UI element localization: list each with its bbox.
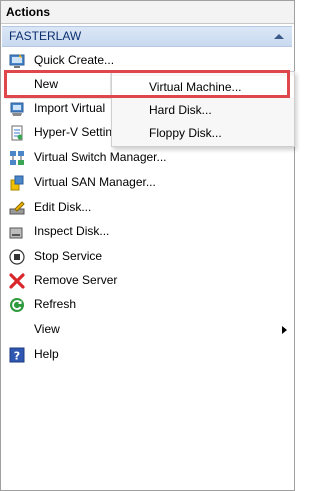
menu-item-hard-disk[interactable]: Hard Disk... xyxy=(112,99,294,121)
action-label: Refresh xyxy=(34,297,77,311)
action-label: Virtual SAN Manager... xyxy=(34,175,156,189)
action-label: Stop Service xyxy=(34,249,103,263)
virtual-switch-icon xyxy=(10,151,24,165)
action-label: Remove Server xyxy=(34,273,118,287)
server-group-header[interactable]: FASTERLAW xyxy=(2,26,292,47)
submenu-arrow-icon xyxy=(282,326,287,334)
actions-title: Actions xyxy=(6,5,51,19)
action-help[interactable]: ? Help xyxy=(1,343,293,367)
new-submenu: Virtual Machine... Hard Disk... Floppy D… xyxy=(111,71,295,147)
action-label: Inspect Disk... xyxy=(34,224,110,238)
action-refresh[interactable]: Refresh xyxy=(1,293,293,317)
chevron-up-icon[interactable] xyxy=(274,34,284,39)
refresh-icon xyxy=(10,298,24,312)
import-vm-icon xyxy=(10,102,24,116)
action-label: Virtual Switch Manager... xyxy=(34,150,167,164)
server-group-name: FASTERLAW xyxy=(9,29,82,43)
action-label: New xyxy=(34,77,59,91)
action-label: View xyxy=(34,322,60,336)
menu-item-label: Floppy Disk... xyxy=(149,126,222,140)
action-label: Help xyxy=(34,347,59,361)
hyperv-settings-icon xyxy=(11,125,23,141)
actions-pane-title: Actions xyxy=(1,1,294,24)
menu-item-virtual-machine[interactable]: Virtual Machine... xyxy=(112,76,294,98)
remove-server-icon xyxy=(9,273,25,289)
action-virtual-san-manager[interactable]: Virtual SAN Manager... xyxy=(1,171,293,195)
help-icon: ? xyxy=(9,347,25,363)
action-label: Hyper-V Settin xyxy=(34,125,113,139)
svg-text:?: ? xyxy=(14,350,20,363)
action-remove-server[interactable]: Remove Server xyxy=(1,269,293,293)
action-view[interactable]: View xyxy=(1,318,293,342)
action-stop-service[interactable]: Stop Service xyxy=(1,245,293,269)
action-virtual-switch-manager[interactable]: Virtual Switch Manager... xyxy=(1,146,293,170)
action-label: Edit Disk... xyxy=(34,200,92,214)
action-label: Quick Create... xyxy=(34,53,115,67)
inspect-disk-icon xyxy=(9,227,23,239)
actions-pane: Actions FASTERLAW Quick Create... New Im… xyxy=(0,0,295,491)
menu-item-label: Hard Disk... xyxy=(149,103,212,117)
edit-disk-icon xyxy=(9,201,25,215)
menu-item-label: Virtual Machine... xyxy=(149,80,242,94)
action-edit-disk[interactable]: Edit Disk... xyxy=(1,196,293,220)
action-label: Import Virtual xyxy=(34,101,106,115)
quick-create-icon xyxy=(9,54,25,68)
virtual-san-icon xyxy=(10,175,24,191)
action-inspect-disk[interactable]: Inspect Disk... xyxy=(1,220,293,244)
action-quick-create[interactable]: Quick Create... xyxy=(1,49,293,73)
stop-service-icon xyxy=(9,249,25,265)
menu-item-floppy-disk[interactable]: Floppy Disk... xyxy=(112,122,294,144)
